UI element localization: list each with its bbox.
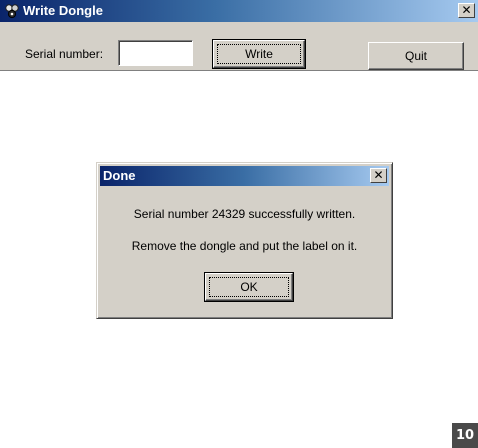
toolbar: Serial number: Write Quit: [0, 22, 478, 71]
write-button-label: Write: [245, 47, 273, 61]
write-dongle-window: Write Dongle ✕ Serial number: Write Quit…: [0, 0, 478, 448]
serial-number-input[interactable]: [118, 40, 193, 66]
ok-button[interactable]: OK: [204, 272, 294, 302]
close-icon[interactable]: ✕: [458, 3, 475, 18]
quit-button[interactable]: Quit: [368, 42, 464, 70]
page-number-badge: 10: [452, 423, 478, 448]
quit-button-label: Quit: [404, 49, 427, 63]
dialog-titlebar[interactable]: Done ✕: [100, 166, 389, 186]
done-dialog: Done ✕ Serial number 24329 successfully …: [96, 162, 393, 319]
dongle-app-icon: [4, 3, 20, 19]
serial-number-label: Serial number:: [25, 47, 104, 61]
write-button[interactable]: Write: [212, 39, 306, 69]
dialog-message-instruction: Remove the dongle and put the label on i…: [131, 239, 358, 253]
dialog-title: Done: [103, 168, 136, 183]
main-titlebar[interactable]: Write Dongle ✕: [0, 0, 478, 22]
dialog-message-success: Serial number 24329 successfully written…: [133, 207, 356, 221]
dialog-close-icon[interactable]: ✕: [370, 168, 387, 183]
ok-button-label: OK: [240, 280, 258, 294]
window-title: Write Dongle: [23, 3, 103, 18]
